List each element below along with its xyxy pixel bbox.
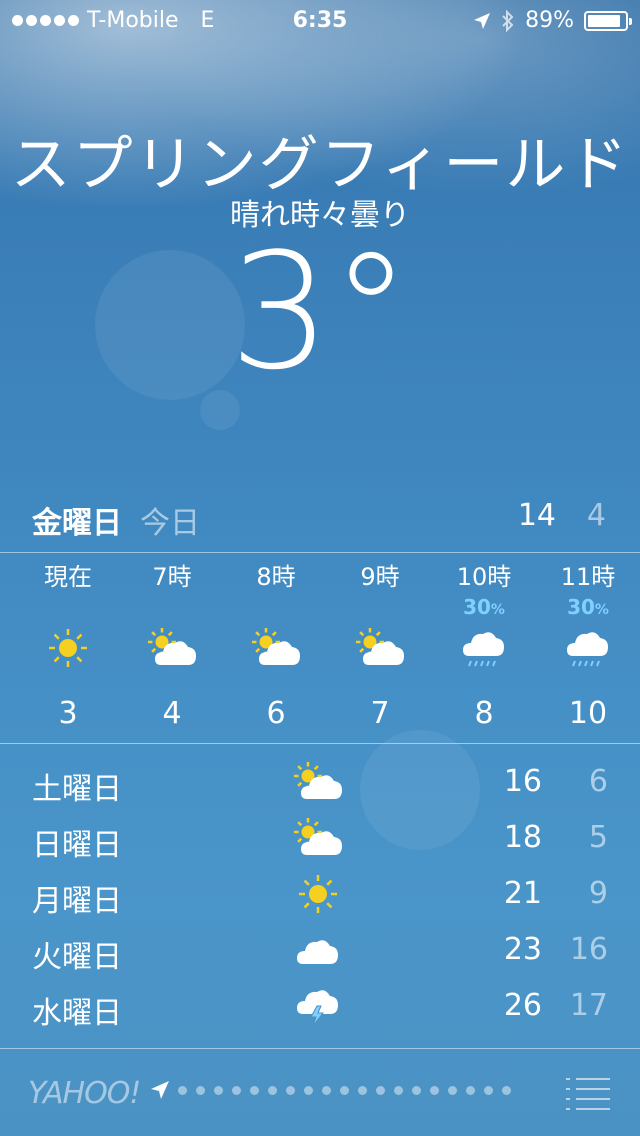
daily-day-name: 土曜日 — [32, 772, 122, 807]
hourly-temperature: 6 — [266, 696, 286, 731]
partly-cloudy-icon — [224, 620, 328, 676]
partly-cloudy-icon — [290, 756, 346, 808]
sun-icon — [16, 620, 120, 676]
daily-day-name: 月曜日 — [32, 884, 122, 919]
location-arrow-icon — [474, 12, 491, 29]
hourly-item: 10時 30% 8 — [432, 560, 536, 731]
status-bar: T-Mobile E 6:35 89% — [0, 0, 640, 40]
thunderstorm-icon — [290, 980, 346, 1032]
daily-high: 23 — [503, 932, 542, 967]
partly-cloudy-icon — [290, 812, 346, 864]
rain-icon — [536, 620, 640, 676]
partly-cloudy-icon — [328, 620, 432, 676]
hourly-temperature: 3 — [58, 696, 78, 731]
hourly-time: 11時 — [560, 563, 616, 591]
precip-chance — [328, 594, 432, 620]
daily-low: 9 — [588, 876, 608, 911]
page-dot[interactable] — [376, 1086, 385, 1095]
percent-sign: % — [594, 602, 609, 618]
daily-high: 26 — [503, 988, 542, 1023]
precip-chance: 30% — [432, 594, 536, 620]
daily-low: 16 — [569, 932, 608, 967]
hourly-temperature: 8 — [474, 696, 494, 731]
hourly-forecast[interactable]: 現在 3 7時 4 8時 6 9時 7 10時 30% 8 11時 30% 10 — [0, 560, 640, 740]
partly-cloudy-icon — [120, 620, 224, 676]
daily-high: 18 — [503, 820, 542, 855]
hourly-item: 7時 4 — [120, 560, 224, 731]
page-dot[interactable] — [430, 1086, 439, 1095]
daily-day-name: 火曜日 — [32, 940, 122, 975]
daily-row: 日曜日 18 5 — [0, 810, 640, 866]
divider — [0, 743, 640, 744]
page-dot[interactable] — [340, 1086, 349, 1095]
current-location-icon[interactable] — [150, 1080, 170, 1100]
page-dot[interactable] — [394, 1086, 403, 1095]
page-dot[interactable] — [286, 1086, 295, 1095]
page-dot[interactable] — [502, 1086, 511, 1095]
precip-chance: 30% — [536, 594, 640, 620]
page-dot[interactable] — [358, 1086, 367, 1095]
hourly-item: 9時 7 — [328, 560, 432, 731]
daily-low: 6 — [588, 764, 608, 799]
precip-chance — [224, 594, 328, 620]
daily-low: 5 — [588, 820, 608, 855]
page-dot[interactable] — [304, 1086, 313, 1095]
page-dot[interactable] — [214, 1086, 223, 1095]
rain-icon — [432, 620, 536, 676]
page-dot[interactable] — [178, 1086, 187, 1095]
daily-high: 21 — [503, 876, 542, 911]
hourly-time: 現在 — [44, 563, 92, 591]
page-dot[interactable] — [322, 1086, 331, 1095]
daily-row: 月曜日 21 9 — [0, 866, 640, 922]
precip-chance-value: 30 — [463, 595, 491, 619]
hourly-item: 11時 30% 10 — [536, 560, 640, 731]
hourly-item: 8時 6 — [224, 560, 328, 731]
daily-low: 17 — [569, 988, 608, 1023]
hourly-temperature: 4 — [162, 696, 182, 731]
page-dot[interactable] — [466, 1086, 475, 1095]
bluetooth-icon — [502, 9, 514, 32]
page-dot[interactable] — [268, 1086, 277, 1095]
city-list-button[interactable] — [566, 1076, 610, 1112]
precip-chance — [16, 594, 120, 620]
hourly-time: 9時 — [360, 563, 400, 591]
current-temperature: 3° — [229, 218, 411, 405]
hourly-item: 現在 3 — [16, 560, 120, 731]
page-dot[interactable] — [484, 1086, 493, 1095]
daily-row: 土曜日 16 6 — [0, 754, 640, 810]
hourly-time: 7時 — [152, 563, 192, 591]
hourly-temperature: 10 — [568, 696, 608, 731]
daily-high: 16 — [503, 764, 542, 799]
divider — [0, 552, 640, 553]
page-dot[interactable] — [196, 1086, 205, 1095]
daily-row: 水曜日 26 17 — [0, 978, 640, 1034]
daily-row: 火曜日 23 16 — [0, 922, 640, 978]
hourly-time: 10時 — [456, 563, 512, 591]
percent-sign: % — [490, 602, 505, 618]
battery-percent: 89% — [525, 8, 574, 33]
hourly-time: 8時 — [256, 563, 296, 591]
today-summary: 金曜日 今日 14 4 — [0, 494, 640, 541]
sun-icon — [290, 868, 346, 920]
page-dot[interactable] — [250, 1086, 259, 1095]
battery-icon — [584, 10, 632, 31]
precip-chance-value: 30 — [567, 595, 595, 619]
today-low: 4 — [586, 498, 606, 533]
today-high: 14 — [517, 498, 556, 533]
cloud-icon — [290, 924, 346, 976]
page-dot[interactable] — [412, 1086, 421, 1095]
footer-toolbar: YAHOO! — [0, 1048, 640, 1136]
today-label: 今日 — [140, 506, 200, 541]
daily-day-name: 日曜日 — [32, 828, 122, 863]
daily-day-name: 水曜日 — [32, 996, 122, 1031]
page-dot[interactable] — [448, 1086, 457, 1095]
precip-chance — [120, 594, 224, 620]
page-dot[interactable] — [232, 1086, 241, 1095]
yahoo-logo-link[interactable]: YAHOO! — [28, 1076, 141, 1111]
today-day: 金曜日 — [32, 506, 122, 541]
hourly-temperature: 7 — [370, 696, 390, 731]
page-indicator[interactable] — [178, 1086, 511, 1095]
